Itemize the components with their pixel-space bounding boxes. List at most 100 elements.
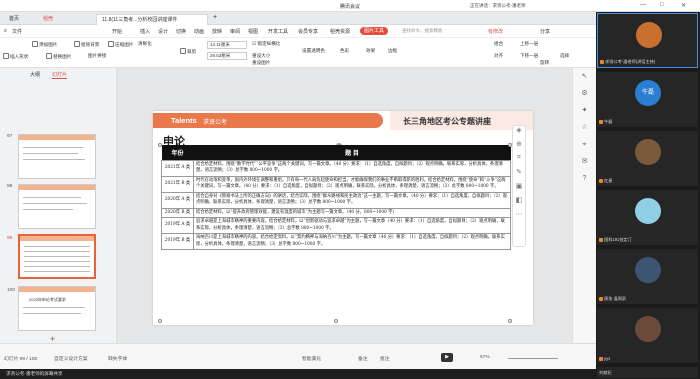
comments-button[interactable]: 批注 [380,355,390,362]
image-icon[interactable]: ▣ [513,182,525,196]
remove-bg-button[interactable]: 抠除背景 [74,41,99,48]
right-side-toolbar: ↖ ⚙ ✦ ☆ ⌖ ✉ ? [572,68,596,343]
zoom-slider[interactable] [508,358,558,359]
style-icon[interactable]: ◧ [513,196,525,210]
help-icon[interactable]: ? [573,170,596,187]
layers-icon[interactable]: ◈ [513,126,525,140]
crop-float-icon[interactable]: ⌗ [513,154,525,168]
tab-docer[interactable]: 稻壳 [38,14,58,25]
maximize-icon[interactable]: □ [660,2,664,8]
menu-docer-resources[interactable]: 稻壳资源 [330,28,350,35]
minimize-icon[interactable]: — [640,2,646,8]
zoom-icon[interactable]: ⊕ [513,140,525,154]
tab-document[interactable]: 11.8(11三角考...分析校园讲座课件 [96,14,208,25]
menu-view[interactable]: 视图 [248,28,258,35]
play-icon[interactable]: ▶ [441,353,453,362]
participant-card[interactable]: 红星 [597,131,698,186]
exam-topics-table[interactable]: 年份 题 目 2021年 A 类结合给定材料，围绕“数字时代”“公平竞争”这两个… [161,145,511,250]
property-icon[interactable]: ⚙ [573,85,596,102]
tab-home[interactable]: 首页 [4,14,24,25]
participant-card[interactable]: 刘献杞 [597,367,698,378]
zoom-level[interactable]: 67% [480,355,490,360]
slide-thumbnail[interactable]: 2023年申论考试要求 [18,286,96,331]
slide-thumbnail[interactable] [18,184,96,229]
menu-insert[interactable]: 插入 [140,28,150,35]
slide-thumbnail-selected[interactable] [18,234,96,279]
wps-menu-row: ≡ 文件 开始 插入 设计 切换 动画 放映 审阅 视图 开发工具 会员专享 稻… [0,25,596,38]
resize-handle[interactable] [334,319,338,323]
menu-member[interactable]: 会员专享 [298,28,318,35]
menu-slideshow[interactable]: 放映 [212,28,222,35]
align-button[interactable]: 对齐 [494,53,503,59]
tab-slides[interactable]: 幻灯片 [52,71,68,79]
table-row: 2019年 A 类追求卓越是上海城市精神的重要内容。结合给定材料，以“创新驱动与… [161,217,511,234]
participant-card[interactable]: 求贤公考-潘老师(讲话主持) [597,13,698,68]
participant-card[interactable]: 牛磊 牛磊 [597,72,698,127]
transparent-color-button[interactable]: 设置透明色 [302,48,325,54]
menu-picture-tools[interactable]: 图片工具 [360,27,389,35]
replace-picture-button[interactable]: 替换图片 [46,53,71,60]
missing-font[interactable]: 缺失字体 [108,355,127,362]
new-tab-icon[interactable]: + [213,14,217,21]
effect-button[interactable]: 效果 [366,48,375,54]
has-changes-label[interactable]: 有修改 [488,28,503,35]
close-icon[interactable]: ✕ [681,2,686,9]
crop-button[interactable]: 裁剪 [180,48,196,55]
insert-shape-button[interactable]: 插入形状 [3,53,28,60]
status-bar: 幻灯片 99 / 108 自定义设计方案 缺失字体 智能美化 备注 批注 ▶ 6… [0,343,596,369]
crop-icon [180,48,186,54]
menu-developer[interactable]: 开发工具 [268,28,288,35]
color-button[interactable]: 色彩 [340,48,349,54]
height-input[interactable]: 14.11厘米 [207,41,247,49]
share-button[interactable]: 分享 [540,28,550,35]
stitch-button[interactable]: 图片拼接 [88,53,106,59]
add-picture-button[interactable]: 添加图片 [32,41,57,48]
tab-outline[interactable]: 大纲 [30,71,40,78]
more-icon[interactable]: ⋯ [513,210,525,224]
menu-transition[interactable]: 切换 [176,28,186,35]
menu-icon[interactable]: ≡ [4,28,7,34]
menu-review[interactable]: 审阅 [230,28,240,35]
chat-icon[interactable]: ✉ [573,153,596,170]
participant-card[interactable]: 周孜 逢周泉 [597,249,698,304]
menu-start[interactable]: 开始 [112,28,122,35]
sharpen-button[interactable]: 清晰化 [138,41,152,47]
send-backward-button[interactable]: 下移一层 [520,53,538,59]
menu-design[interactable]: 设计 [158,28,168,35]
smart-beautify-button[interactable]: 智能美化 [302,355,321,362]
participant-card[interactable]: yyx [597,308,698,363]
pen-icon[interactable]: ✎ [513,168,525,182]
resize-handle[interactable] [158,143,162,147]
slide-thumbnail[interactable] [18,134,96,179]
lock-ratio-checkbox[interactable]: ☑ 锁定纵横比 [252,41,280,47]
command-search[interactable]: 查找命令、搜索模板 [402,28,443,34]
group-button[interactable]: 组合 [494,41,503,47]
compress-button[interactable]: 压缩图片 [108,41,133,48]
selection-icon[interactable]: ↖ [573,68,596,85]
theme-name[interactable]: 自定义设计方案 [54,355,88,362]
rotate-button[interactable]: 旋转 [540,60,549,66]
table-row: 2019年 B 类海纳百川是上海城市精神的内容。结合给定资料，以“契约精神与海纳… [161,233,511,250]
column-header-topic: 题 目 [193,145,511,160]
location-icon[interactable]: ⌖ [573,136,596,153]
select-button[interactable]: 选择 [560,53,569,59]
replace-icon [46,53,52,59]
reset-picture-button[interactable]: 重设图片 [252,60,270,66]
format-icon[interactable]: ✦ [573,102,596,119]
resize-handle[interactable] [158,319,162,323]
width-input[interactable]: 29.53厘米 [207,52,247,60]
animation-icon[interactable]: ☆ [573,119,596,136]
bring-forward-button[interactable]: 上移一层 [520,41,538,47]
reset-size-button[interactable]: 重设大小 [252,53,270,59]
menu-file[interactable]: 文件 [12,28,22,35]
border-button[interactable]: 边框 [388,48,397,54]
screen-share-bar: 求贤公考-潘老师的屏幕共享 [0,369,596,379]
current-slide[interactable]: Talents 求贤公考 长三角地区考公专题讲座 申论 年份 题 目 2021年… [153,111,533,325]
resize-handle[interactable] [508,319,512,323]
slide-count: 幻灯片 99 / 108 [4,357,38,362]
participant-card[interactable]: 国科191张定汀 [597,190,698,245]
menu-animation[interactable]: 动画 [194,28,204,35]
thumbnail-number: 97 [7,134,13,139]
notes-button[interactable]: 备注 [358,355,368,362]
slide-canvas: Talents 求贤公考 长三角地区考公专题讲座 申论 年份 题 目 2021年… [117,68,596,343]
